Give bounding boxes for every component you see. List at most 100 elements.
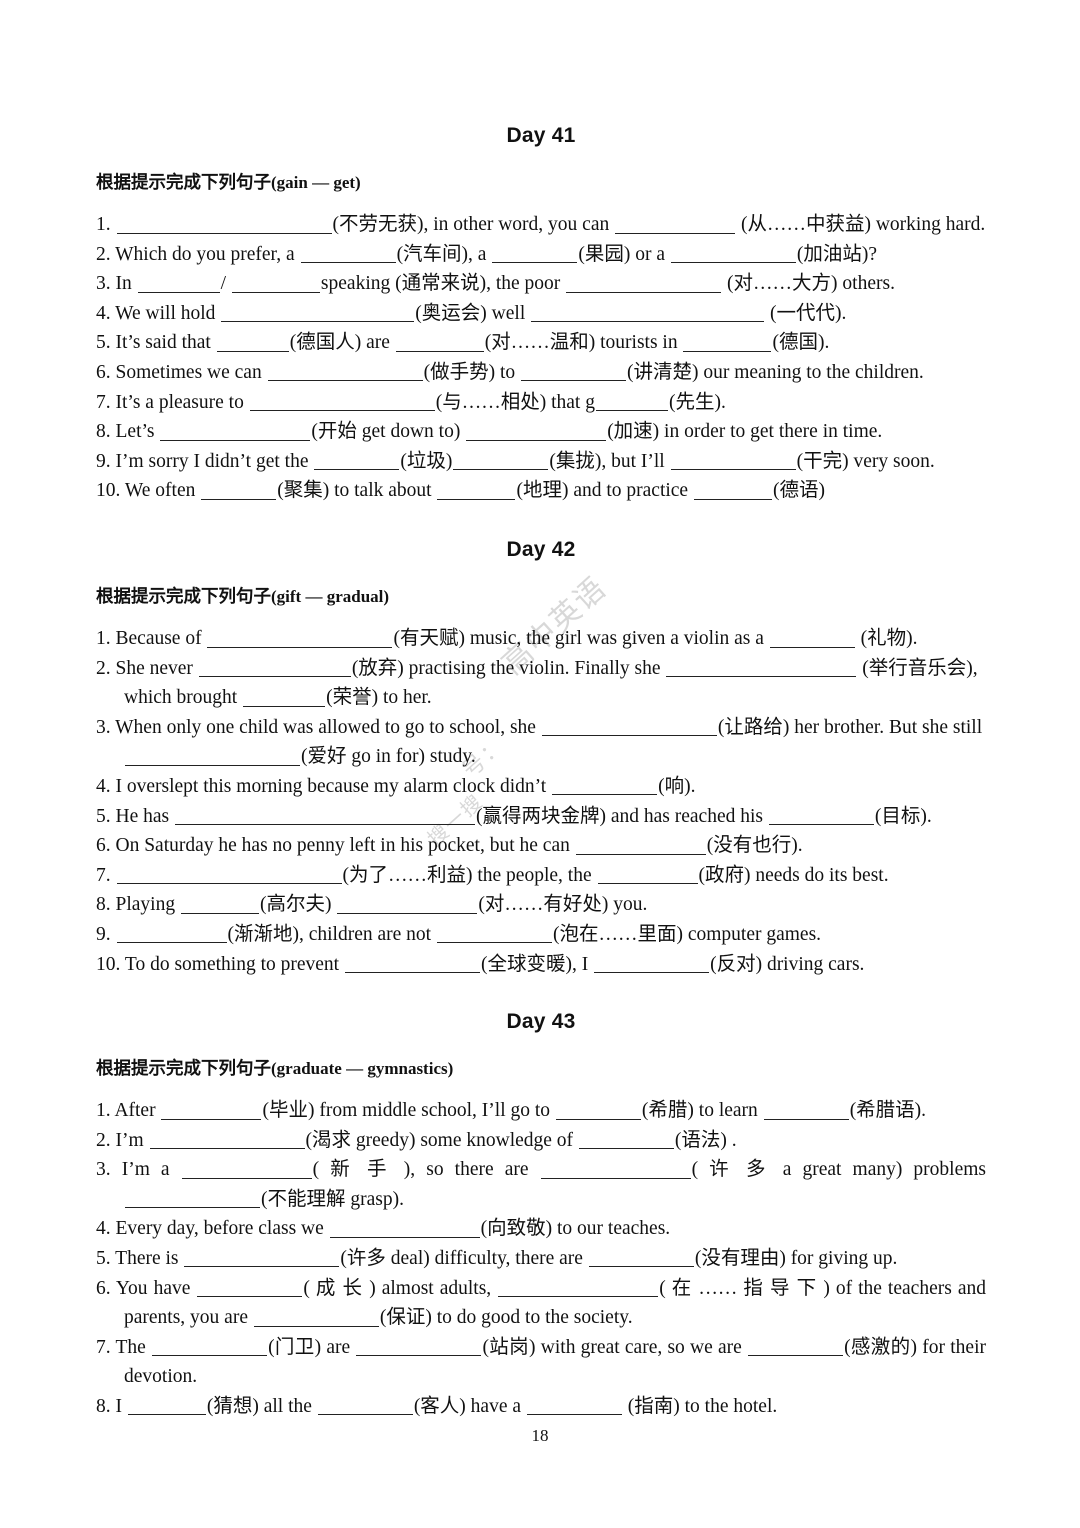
question-item: 3. I’m a ( 新 手 ), so there are ( 许 多 a g…	[96, 1155, 986, 1214]
answer-blank[interactable]	[216, 330, 289, 352]
answer-blank[interactable]	[198, 656, 351, 678]
answer-blank[interactable]	[181, 1157, 312, 1179]
answer-blank[interactable]	[149, 1128, 305, 1150]
answer-blank[interactable]	[531, 301, 765, 323]
question-number: 7.	[96, 864, 111, 886]
answer-blank[interactable]	[670, 449, 796, 471]
question-text: (没有理由) for giving up.	[694, 1247, 898, 1269]
answer-blank[interactable]	[595, 390, 668, 412]
answer-blank[interactable]	[317, 1394, 413, 1416]
answer-blank[interactable]	[174, 804, 475, 826]
answer-blank[interactable]	[201, 478, 277, 500]
question-text: (先生).	[668, 391, 726, 413]
answer-blank[interactable]	[197, 1276, 303, 1298]
answer-blank[interactable]	[125, 1187, 260, 1209]
answer-blank[interactable]	[693, 478, 772, 500]
question-number: 6.	[96, 361, 111, 383]
answer-blank[interactable]	[588, 1246, 694, 1268]
answer-blank[interactable]	[125, 744, 300, 766]
question-list: 1. After (毕业) from middle school, I’ll g…	[96, 1096, 986, 1422]
question-item: 8. Let’s (开始 get down to) (加速) in order …	[96, 417, 986, 447]
answer-blank[interactable]	[329, 1216, 480, 1238]
answer-blank[interactable]	[221, 301, 415, 323]
answer-blank[interactable]	[160, 419, 311, 441]
section-instruction: 根据提示完成下列句子(gain — get)	[96, 169, 986, 194]
question-text: (做手势) to	[423, 361, 520, 383]
answer-blank[interactable]	[492, 242, 578, 264]
answer-blank[interactable]	[180, 892, 259, 914]
answer-blank[interactable]	[597, 863, 698, 885]
answer-blank[interactable]	[526, 1394, 622, 1416]
answer-blank[interactable]	[769, 626, 855, 648]
answer-blank[interactable]	[184, 1246, 340, 1268]
answer-blank[interactable]	[267, 360, 423, 382]
question-text: (德国).	[772, 332, 830, 354]
question-text: (反对) driving cars.	[710, 953, 865, 975]
answer-blank[interactable]	[395, 330, 484, 352]
answer-blank[interactable]	[253, 1305, 379, 1327]
answer-blank[interactable]	[137, 271, 220, 293]
question-text: There is	[115, 1247, 184, 1269]
answer-blank[interactable]	[152, 1335, 268, 1357]
answer-blank[interactable]	[555, 1098, 641, 1120]
answer-blank[interactable]	[615, 212, 736, 234]
answer-blank[interactable]	[127, 1394, 206, 1416]
instruction-word-range: (gain — get)	[271, 173, 361, 192]
question-text: To do something to prevent	[124, 953, 344, 975]
answer-blank[interactable]	[575, 833, 706, 855]
answer-blank[interactable]	[768, 804, 874, 826]
answer-blank[interactable]	[116, 863, 342, 885]
answer-blank[interactable]	[670, 242, 796, 264]
question-number: 8.	[96, 421, 111, 443]
answer-blank[interactable]	[231, 271, 320, 293]
question-item: 3. When only one child was allowed to go…	[96, 713, 986, 772]
question-text: (有天赋) music, the girl was given a violin…	[393, 628, 769, 649]
question-text: (德语)	[772, 480, 825, 502]
question-text: (门卫) are	[268, 1336, 356, 1358]
question-text: He has	[115, 805, 174, 827]
question-text: (礼物).	[855, 628, 918, 649]
answer-blank[interactable]	[249, 390, 435, 412]
answer-blank[interactable]	[748, 1335, 844, 1357]
answer-blank[interactable]	[337, 892, 478, 914]
answer-blank[interactable]	[437, 478, 516, 500]
answer-blank[interactable]	[207, 626, 393, 648]
question-text: (毕业) from middle school, I’ll go to	[262, 1100, 555, 1121]
answer-blank[interactable]	[453, 449, 549, 471]
answer-blank[interactable]	[666, 656, 857, 678]
question-number: 8.	[96, 894, 111, 916]
answer-blank[interactable]	[243, 685, 326, 707]
answer-blank[interactable]	[300, 242, 396, 264]
question-text: I’m a	[121, 1159, 181, 1181]
question-number: 2.	[96, 1129, 111, 1151]
answer-blank[interactable]	[116, 212, 332, 234]
answer-blank[interactable]	[594, 952, 710, 974]
answer-blank[interactable]	[566, 271, 722, 293]
question-text: ( 新 手 ), so there are	[312, 1159, 540, 1181]
answer-blank[interactable]	[540, 1157, 691, 1179]
answer-blank[interactable]	[498, 1276, 659, 1298]
question-text: (对……温和) tourists in	[484, 332, 683, 354]
answer-blank[interactable]	[578, 1128, 674, 1150]
answer-blank[interactable]	[552, 774, 658, 796]
answer-blank[interactable]	[314, 449, 400, 471]
answer-blank[interactable]	[436, 922, 552, 944]
question-item: 10. To do something to prevent (全球变暖), I…	[96, 950, 986, 980]
answer-blank[interactable]	[466, 419, 607, 441]
question-text: I’m sorry I didn’t get the	[115, 450, 314, 472]
question-item: 1. Because of (有天赋) music, the girl was …	[96, 624, 986, 654]
answer-blank[interactable]	[344, 952, 480, 974]
answer-blank[interactable]	[763, 1098, 849, 1120]
answer-blank[interactable]	[683, 330, 772, 352]
question-text: (高尔夫)	[259, 894, 337, 916]
answer-blank[interactable]	[521, 360, 626, 382]
question-text: Sometimes we can	[115, 361, 267, 383]
answer-blank[interactable]	[161, 1098, 262, 1120]
question-text: (不能理解 grasp).	[261, 1188, 404, 1210]
answer-blank[interactable]	[116, 922, 227, 944]
day-section: Day 42 根据提示完成下列句子(gift — gradual) 1. Becau…	[96, 538, 986, 979]
question-number: 3.	[96, 273, 111, 295]
answer-blank[interactable]	[356, 1335, 482, 1357]
answer-blank[interactable]	[541, 715, 717, 737]
question-number: 10.	[96, 480, 121, 502]
